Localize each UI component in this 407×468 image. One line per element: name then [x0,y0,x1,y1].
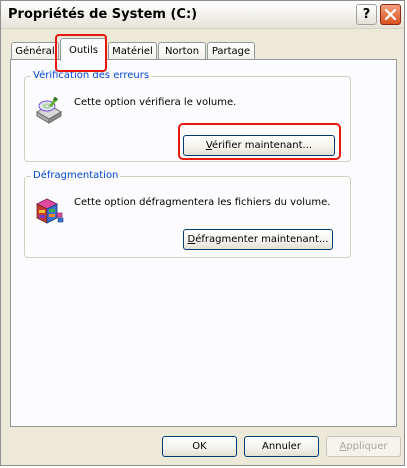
defrag-now-button[interactable]: Défragmenter maintenant... [183,229,333,250]
title-bar: Propriétés de System (C:) ? [1,1,404,29]
disk-check-icon [36,96,62,124]
cancel-label: Annuler [262,441,301,452]
defrag-group: Défragmentation Cette option défragmente… [24,170,351,258]
close-icon [385,9,396,20]
tab-partage[interactable]: Partage [207,42,255,60]
close-button[interactable] [380,4,401,25]
apply-label: Appliquer [339,441,388,452]
outils-tab-highlight [55,34,107,72]
tab-general[interactable]: Général [11,42,59,60]
defrag-description: Cette option défragmentera les fichiers … [74,197,331,208]
window-title: Propriétés de System (C:) [8,7,198,22]
defrag-now-label: Défragmenter maintenant... [187,234,329,245]
tab-label: Matériel [112,46,153,57]
tab-label: Norton [164,46,200,57]
tab-norton[interactable]: Norton [158,42,206,60]
error-check-description: Cette option vérifiera le volume. [74,97,237,108]
apply-button[interactable]: Appliquer [326,436,401,457]
defrag-icon [36,198,64,224]
help-icon: ? [362,7,371,22]
ok-button[interactable]: OK [162,436,237,457]
defrag-group-label: Défragmentation [31,170,121,181]
tab-label: Général [15,46,55,57]
tab-label: Partage [211,46,251,57]
verify-button-highlight [178,123,341,160]
ok-label: OK [192,441,207,452]
help-button[interactable]: ? [356,4,377,25]
cancel-button[interactable]: Annuler [244,436,319,457]
properties-window: Propriétés de System (C:) ? Général Outi… [0,0,405,466]
tab-materiel[interactable]: Matériel [108,42,157,60]
tab-panel-outils: Vérification des erreurs Cette option vé… [10,59,397,427]
